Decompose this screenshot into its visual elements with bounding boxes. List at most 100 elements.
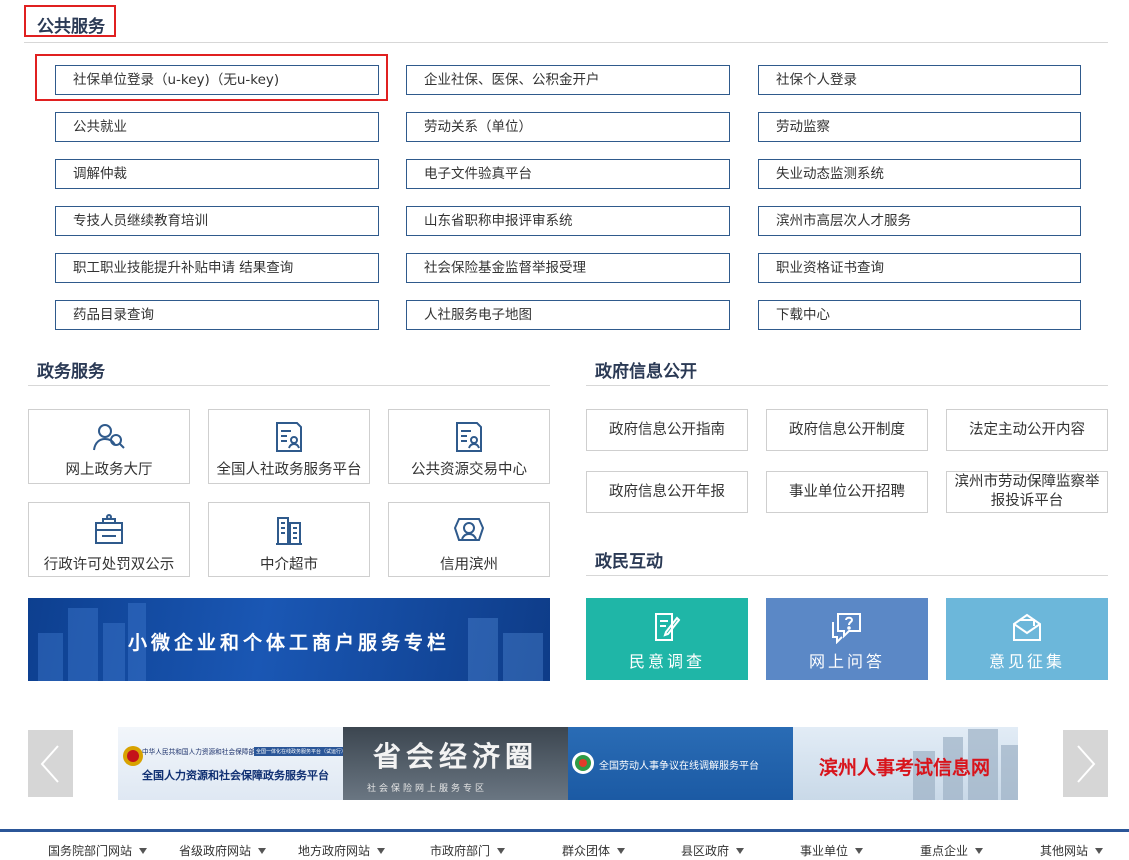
ad-main-text: 全国人力资源和社会保障政务服务平台 [142,769,329,782]
ad-small-text: 中华人民共和国人力资源和社会保障部 [142,748,256,756]
people-icon [93,424,125,451]
public-service-link[interactable]: 山东省职称申报评审系统 [406,206,730,236]
clipboard-icon [95,514,123,544]
public-service-link[interactable]: 社保单位登录（u-key)（无u-key) [55,65,379,95]
footer-link-dropdown[interactable]: 国务院部门网站 [48,842,148,859]
footer-link-dropdown[interactable]: 其他网站 [1040,842,1104,859]
caret-down-icon [258,848,267,854]
service-label: 全国人社政务服务平台 [216,462,362,478]
section-title-gov-info: 政府信息公开 [595,362,697,382]
public-service-link[interactable]: 职工职业技能提升补贴申请 结果查询 [55,253,379,283]
footer-link-dropdown[interactable]: 重点企业 [920,842,984,859]
section-title-interaction: 政民互动 [595,552,663,572]
public-service-link[interactable]: 失业动态监测系统 [758,159,1081,189]
footer-link-label: 地方政府网站 [298,844,371,858]
ad-main-text: 全国劳动人事争议在线调解服务平台 [599,761,759,772]
gov-info-system[interactable]: 政府信息公开制度 [766,409,928,451]
footer-link-label: 省级政府网站 [179,844,252,858]
public-service-link[interactable]: 劳动监察 [758,112,1081,142]
footer-link-label: 事业单位 [800,844,849,858]
tile-label: 意见征集 [988,652,1065,671]
tile-online-qa[interactable]: 网上问答 [766,598,928,680]
tile-public-survey[interactable]: 民意调查 [586,598,748,680]
ad-binzhou-exam-info[interactable]: 滨州人事考试信息网 [793,727,1018,800]
tile-label: 网上问答 [808,652,885,671]
service-label: 信用滨州 [440,557,498,573]
emblem-icon [572,752,594,774]
footer-link-label: 国务院部门网站 [48,844,133,858]
footer-link-dropdown[interactable]: 县区政府 [681,842,745,859]
divider [586,385,1108,386]
banner-text: 小微企业和个体工商户服务专栏 [127,632,450,654]
public-service-link[interactable]: 药品目录查询 [55,300,379,330]
chevron-right-icon [1077,745,1096,783]
ad-sub-text: 社会保险网上服务专区 [367,784,488,794]
gov-info-labor-complaint[interactable]: 滨州市劳动保障监察举报投诉平台 [946,471,1108,513]
public-service-link[interactable]: 调解仲裁 [55,159,379,189]
footer-link-dropdown[interactable]: 事业单位 [800,842,864,859]
ad-mohrss-platform[interactable]: 中华人民共和国人力资源和社会保障部 全国一体化在线政务服务平台（试运行） 全国人… [118,727,343,800]
service-credit-binzhou[interactable]: 信用滨州 [388,502,550,577]
public-service-link[interactable]: 滨州市高层次人才服务 [758,206,1081,236]
caret-down-icon [139,848,148,854]
footer-link-label: 市政府部门 [430,844,491,858]
small-business-banner[interactable]: 小微企业和个体工商户服务专栏 [28,598,550,681]
gov-info-annual-report[interactable]: 政府信息公开年报 [586,471,748,513]
ad-provincial-economic-circle[interactable]: 省会经济圈 社会保险网上服务专区 [343,727,568,800]
ad-main-text: 省会经济圈 [373,740,539,773]
ad-labor-dispute-mediation[interactable]: 全国劳动人事争议在线调解服务平台 [568,727,793,800]
public-service-link[interactable]: 下载中心 [758,300,1081,330]
service-national-platform[interactable]: 全国人社政务服务平台 [208,409,370,484]
tile-opinion-collection[interactable]: 意见征集 [946,598,1108,680]
caret-down-icon [497,848,506,854]
footer-link-dropdown[interactable]: 地方政府网站 [298,842,386,859]
gov-info-recruitment[interactable]: 事业单位公开招聘 [766,471,928,513]
edit-icon [655,613,681,641]
service-label: 中介超市 [260,557,318,573]
mail-icon [1013,613,1041,641]
section-title-gov-services: 政务服务 [37,362,105,382]
chevron-left-icon [40,745,59,783]
service-online-hall[interactable]: 网上政务大厅 [28,409,190,484]
ad-main-text: 滨州人事考试信息网 [819,757,991,779]
public-service-link[interactable]: 公共就业 [55,112,379,142]
caret-down-icon [855,848,864,854]
gov-info-statutory[interactable]: 法定主动公开内容 [946,409,1108,451]
service-agency-market[interactable]: 中介超市 [208,502,370,577]
gov-info-guide[interactable]: 政府信息公开指南 [586,409,748,451]
divider [28,385,550,386]
emblem-icon [123,746,143,766]
carousel-next-button[interactable] [1063,730,1108,797]
footer-link-dropdown[interactable]: 市政府部门 [430,842,506,859]
caret-down-icon [617,848,626,854]
building-icon [276,517,302,545]
question-icon [832,613,861,644]
public-service-link[interactable]: 社会保险基金监督举报受理 [406,253,730,283]
credit-icon [453,518,485,541]
carousel-prev-button[interactable] [28,730,73,797]
public-service-link[interactable]: 社保个人登录 [758,65,1081,95]
id-card-icon [456,422,482,452]
service-label: 网上政务大厅 [65,462,153,478]
ad-tag-text: 全国一体化在线政务服务平台（试运行） [254,747,343,756]
service-label: 行政许可处罚双公示 [43,557,175,573]
service-license-publicity[interactable]: 行政许可处罚双公示 [28,502,190,577]
service-resource-trading[interactable]: 公共资源交易中心 [388,409,550,484]
public-service-link[interactable]: 劳动关系（单位） [406,112,730,142]
caret-down-icon [975,848,984,854]
tile-label: 民意调查 [628,652,705,671]
caret-down-icon [736,848,745,854]
caret-down-icon [1095,848,1104,854]
public-service-link[interactable]: 人社服务电子地图 [406,300,730,330]
public-service-link[interactable]: 电子文件验真平台 [406,159,730,189]
footer-links-bar: 国务院部门网站 省级政府网站 地方政府网站 市政府部门 群众团体 县区政府 事业单位 重点企业… [0,829,1129,860]
divider [586,575,1108,576]
footer-link-label: 群众团体 [562,844,611,858]
public-service-link[interactable]: 职业资格证书查询 [758,253,1081,283]
footer-link-label: 其他网站 [1040,844,1089,858]
public-service-link[interactable]: 企业社保、医保、公积金开户 [406,65,730,95]
divider [24,42,1108,43]
public-service-link[interactable]: 专技人员继续教育培训 [55,206,379,236]
footer-link-dropdown[interactable]: 省级政府网站 [179,842,267,859]
footer-link-dropdown[interactable]: 群众团体 [562,842,626,859]
